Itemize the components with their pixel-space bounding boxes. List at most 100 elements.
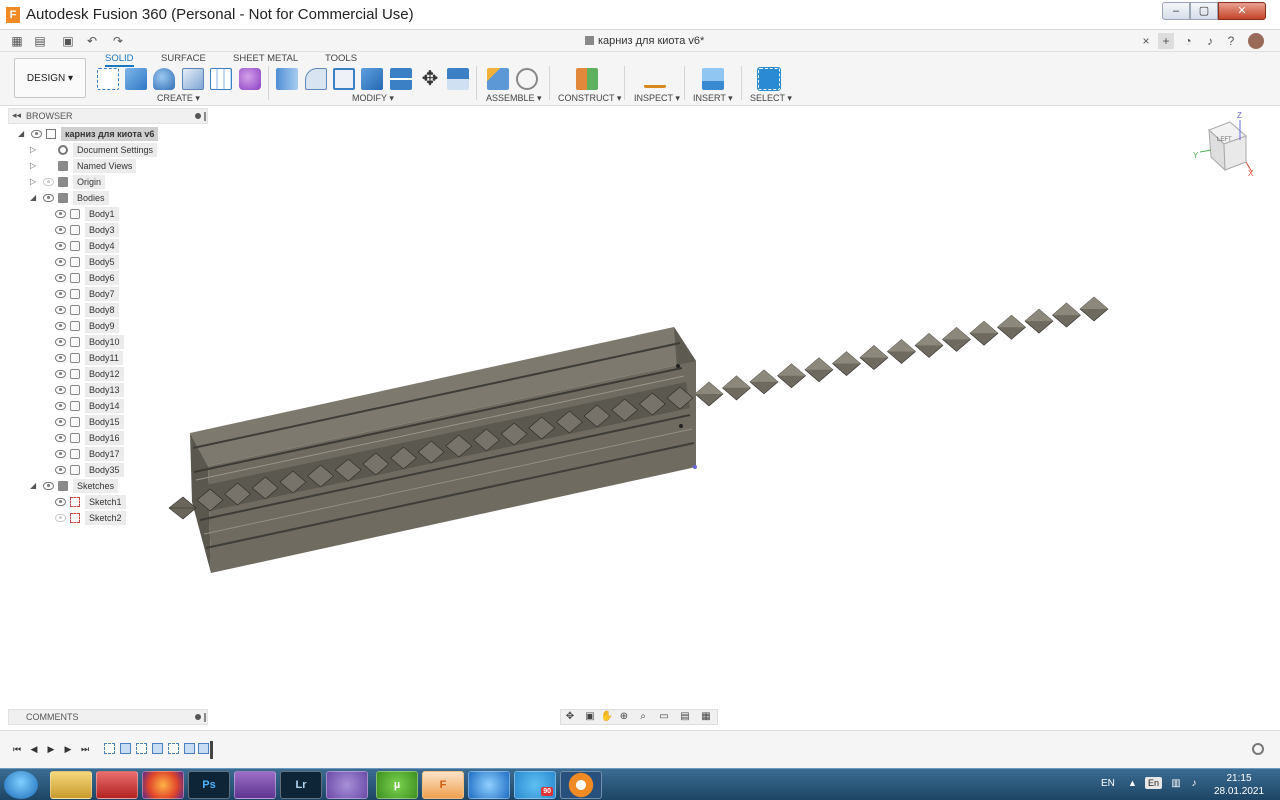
- close-tab-icon[interactable]: ×: [1138, 33, 1154, 49]
- fit-icon[interactable]: ⌕: [636, 711, 650, 723]
- lightroom-taskbar-icon[interactable]: Lr: [280, 771, 322, 799]
- network-icon[interactable]: ▥: [1170, 778, 1182, 790]
- collapse-arrow-icon[interactable]: ◢: [18, 129, 28, 139]
- construct-group-label[interactable]: CONSTRUCT ▾: [558, 93, 621, 104]
- visibility-eye-icon[interactable]: [55, 290, 66, 298]
- visibility-eye-icon[interactable]: [55, 434, 66, 442]
- expand-arrow-icon[interactable]: ▷: [30, 177, 40, 187]
- extrude-icon[interactable]: [125, 68, 147, 90]
- browser-taskbar-icon[interactable]: [468, 771, 510, 799]
- create-group-label[interactable]: CREATE ▾: [157, 93, 200, 104]
- timeline-sketch-feature[interactable]: [136, 743, 147, 754]
- visibility-eye-icon[interactable]: [55, 322, 66, 330]
- viber-taskbar-icon[interactable]: [326, 771, 368, 799]
- visibility-eye-icon[interactable]: [43, 482, 54, 490]
- select-group-label[interactable]: SELECT ▾: [750, 93, 792, 104]
- sketch-point[interactable]: [679, 424, 683, 428]
- timeline-pattern-feature[interactable]: [168, 743, 179, 754]
- language-indicator[interactable]: En: [1145, 777, 1163, 789]
- browser-panel-header[interactable]: ◂◂ BROWSER: [8, 108, 208, 124]
- orbit-icon[interactable]: ✥: [563, 711, 577, 723]
- undo-icon[interactable]: ↶: [84, 33, 100, 49]
- timeline-sketch-feature[interactable]: [104, 743, 115, 754]
- timeline-start-icon[interactable]: ⏮: [11, 743, 23, 755]
- visibility-eye-icon[interactable]: [55, 418, 66, 426]
- visibility-eye-icon[interactable]: [55, 514, 66, 522]
- comments-options-icon[interactable]: [195, 714, 201, 720]
- maximize-button[interactable]: ▢: [1190, 2, 1218, 20]
- align-icon[interactable]: [447, 68, 469, 90]
- move-copy-icon[interactable]: ✥: [419, 68, 441, 90]
- create-sketch-icon[interactable]: [97, 68, 119, 90]
- utorrent-taskbar-icon[interactable]: µ: [376, 771, 418, 799]
- insert-group-label[interactable]: INSERT ▾: [693, 93, 733, 104]
- photoshop-taskbar-icon[interactable]: Ps: [188, 771, 230, 799]
- visibility-eye-icon[interactable]: [43, 194, 54, 202]
- tab-solid[interactable]: SOLID: [105, 53, 134, 67]
- workspace-switcher[interactable]: DESIGN ▾: [14, 58, 86, 98]
- visibility-eye-icon[interactable]: [55, 466, 66, 474]
- look-at-icon[interactable]: ▣: [583, 711, 597, 723]
- viewcube[interactable]: LEFT Z Y X: [1193, 111, 1254, 178]
- firefox-taskbar-icon[interactable]: [142, 771, 184, 799]
- insert-image-icon[interactable]: [702, 68, 724, 90]
- visibility-eye-icon[interactable]: [31, 130, 42, 138]
- display-settings-icon[interactable]: ▭: [657, 711, 671, 723]
- browser-pin-icon[interactable]: [204, 112, 206, 121]
- browser-options-icon[interactable]: [195, 113, 201, 119]
- visibility-eye-icon[interactable]: [55, 338, 66, 346]
- measure-icon[interactable]: [644, 74, 666, 88]
- close-window-button[interactable]: ✕: [1218, 2, 1266, 20]
- pattern-icon[interactable]: [210, 68, 232, 90]
- blender-taskbar-icon[interactable]: [560, 771, 602, 799]
- split-body-icon[interactable]: [390, 68, 412, 90]
- timeline-marker[interactable]: [210, 741, 213, 759]
- timeline-combine-feature[interactable]: [198, 743, 209, 754]
- expand-arrow-icon[interactable]: ▷: [30, 161, 40, 171]
- minimize-button[interactable]: –: [1162, 2, 1190, 20]
- timeline-extrude-feature[interactable]: [120, 743, 131, 754]
- job-status-icon[interactable]: ◔: [1180, 33, 1196, 49]
- timeline-combine-feature[interactable]: [184, 743, 195, 754]
- keyboard-language[interactable]: EN: [1101, 778, 1115, 789]
- comments-pin-icon[interactable]: [204, 713, 206, 722]
- visibility-eye-icon[interactable]: [55, 274, 66, 282]
- visibility-eye-icon[interactable]: [55, 226, 66, 234]
- redo-icon[interactable]: ↷: [110, 33, 126, 49]
- file-menu-icon[interactable]: ▤: [32, 33, 48, 49]
- user-avatar[interactable]: [1248, 33, 1264, 49]
- select-cursor-icon[interactable]: [757, 67, 781, 91]
- inspect-group-label[interactable]: INSPECT ▾: [634, 93, 680, 104]
- app-grid-icon[interactable]: ▦: [9, 33, 25, 49]
- sketch-point[interactable]: [676, 364, 680, 368]
- assemble-group-label[interactable]: ASSEMBLE ▾: [486, 93, 542, 104]
- visibility-eye-icon[interactable]: [55, 498, 66, 506]
- new-component-icon[interactable]: [487, 68, 509, 90]
- sketch-point[interactable]: [693, 465, 697, 469]
- telegram-taskbar-icon[interactable]: 90: [514, 771, 556, 799]
- tab-tools[interactable]: TOOLS: [325, 53, 357, 64]
- fillet-icon[interactable]: [305, 68, 327, 90]
- visibility-eye-icon[interactable]: [55, 242, 66, 250]
- volume-icon[interactable]: ♪: [1188, 778, 1200, 790]
- timeline-forward-icon[interactable]: ▶: [62, 743, 74, 755]
- grid-settings-icon[interactable]: ▤: [678, 711, 692, 723]
- offset-plane-icon[interactable]: [576, 68, 598, 90]
- pan-icon[interactable]: ✋: [600, 711, 614, 723]
- collapse-arrow-icon[interactable]: ◢: [30, 481, 40, 491]
- visibility-eye-icon[interactable]: [55, 386, 66, 394]
- fusion360-taskbar-icon[interactable]: F: [422, 771, 464, 799]
- save-icon[interactable]: ▣: [60, 33, 76, 49]
- tab-sheet-metal[interactable]: SHEET METAL: [233, 53, 298, 64]
- joint-icon[interactable]: [516, 68, 538, 90]
- press-pull-icon[interactable]: [276, 68, 298, 90]
- create-form-icon[interactable]: [239, 68, 261, 90]
- zoom-icon[interactable]: ⊕: [617, 711, 631, 723]
- timeline-back-icon[interactable]: ◀: [28, 743, 40, 755]
- system-clock[interactable]: 21:15 28.01.2021: [1212, 772, 1266, 798]
- start-button[interactable]: [4, 771, 38, 799]
- visibility-eye-icon[interactable]: [43, 178, 54, 186]
- hole-icon[interactable]: [182, 68, 204, 90]
- visibility-eye-icon[interactable]: [55, 370, 66, 378]
- cornice-body[interactable]: [190, 327, 697, 573]
